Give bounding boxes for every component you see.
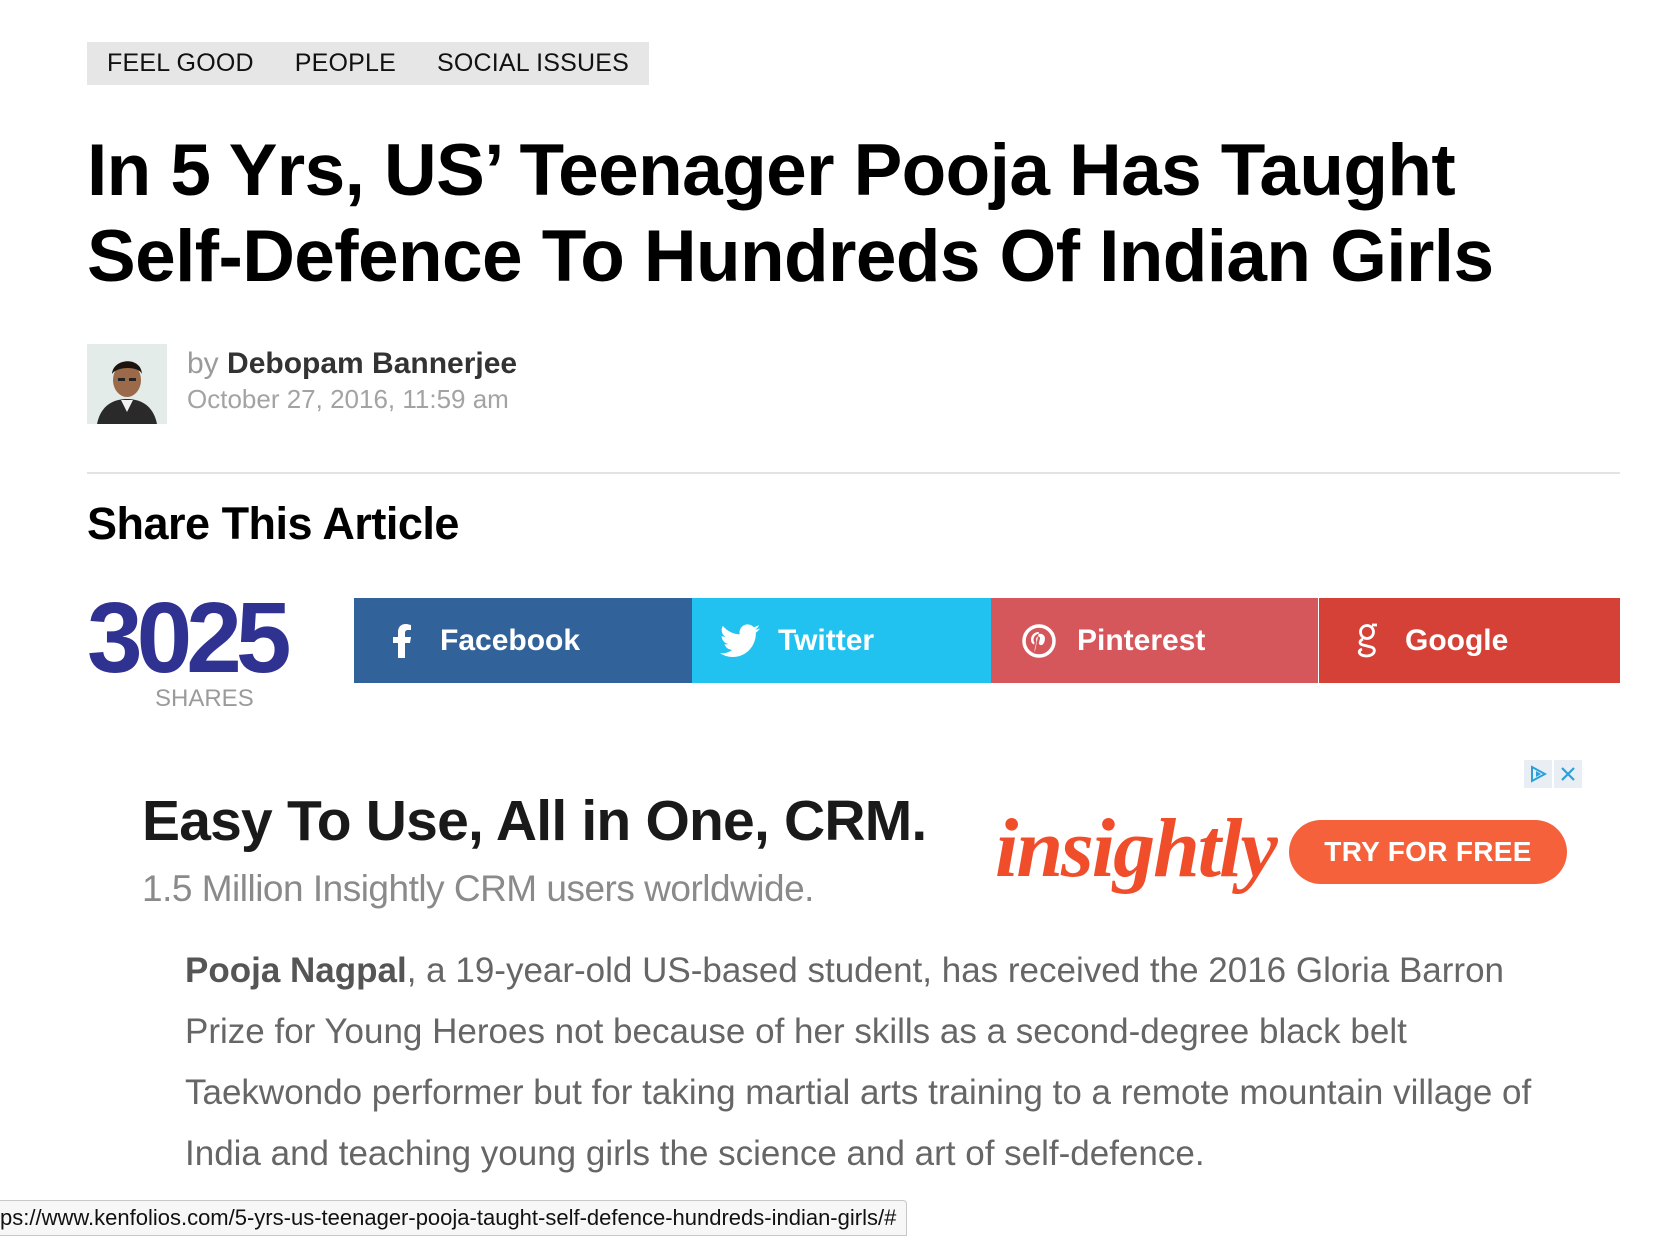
close-icon[interactable]: [1554, 760, 1582, 788]
author-info: by Debopam Bannerjee October 27, 2016, 1…: [187, 346, 517, 415]
divider: [87, 472, 1620, 474]
article-headline: In 5 Yrs, US’ Teenager Pooja Has Taught …: [87, 128, 1647, 300]
share-title: Share This Article: [87, 498, 459, 549]
twitter-icon: [720, 621, 760, 661]
author-block: by Debopam Bannerjee October 27, 2016, 1…: [87, 344, 517, 424]
twitter-share-button[interactable]: Twitter: [692, 598, 991, 683]
article-lead-paragraph: Pooja Nagpal, a 19-year-old US-based stu…: [185, 940, 1535, 1184]
author-avatar[interactable]: [87, 344, 167, 424]
pinterest-label: Pinterest: [1077, 623, 1206, 657]
adchoices-icon[interactable]: [1524, 760, 1552, 788]
byline-prefix: by: [187, 347, 219, 380]
twitter-label: Twitter: [778, 623, 875, 657]
ad-subline[interactable]: 1.5 Million Insightly CRM users worldwid…: [142, 868, 814, 910]
tag-people[interactable]: PEOPLE: [295, 49, 396, 78]
share-count: 3025 SHARES: [87, 582, 327, 712]
advertisement[interactable]: Easy To Use, All in One, CRM. 1.5 Millio…: [142, 760, 1590, 910]
ad-brand-logo[interactable]: insightly: [995, 800, 1278, 897]
ad-headline[interactable]: Easy To Use, All in One, CRM.: [142, 788, 927, 854]
tag-social-issues[interactable]: SOCIAL ISSUES: [437, 49, 629, 78]
article-lead-name: Pooja Nagpal: [185, 951, 407, 990]
status-bar-url: ps://www.kenfolios.com/5-yrs-us-teenager…: [0, 1200, 908, 1236]
google-icon: [1347, 621, 1387, 661]
facebook-share-button[interactable]: Facebook: [354, 598, 692, 683]
pinterest-share-button[interactable]: Pinterest: [991, 598, 1318, 683]
ad-cta-button[interactable]: TRY FOR FREE: [1289, 820, 1567, 884]
tag-feel-good[interactable]: FEEL GOOD: [107, 49, 254, 78]
headline-line-2: Self-Defence To Hundreds Of Indian Girls: [87, 216, 1494, 297]
pinterest-icon: [1019, 621, 1059, 661]
facebook-label: Facebook: [440, 623, 581, 657]
byline: by Debopam Bannerjee: [187, 346, 517, 382]
category-tags: FEEL GOOD PEOPLE SOCIAL ISSUES: [87, 42, 650, 85]
headline-line-1: In 5 Yrs, US’ Teenager Pooja Has Taught: [87, 130, 1456, 211]
google-label: Google: [1405, 623, 1509, 657]
ad-choices: [1524, 760, 1582, 788]
google-share-button[interactable]: Google: [1319, 598, 1620, 683]
author-name[interactable]: Debopam Bannerjee: [227, 347, 517, 380]
facebook-icon: [382, 621, 422, 661]
share-count-number: 3025: [87, 582, 291, 694]
publish-date: October 27, 2016, 11:59 am: [187, 384, 509, 414]
